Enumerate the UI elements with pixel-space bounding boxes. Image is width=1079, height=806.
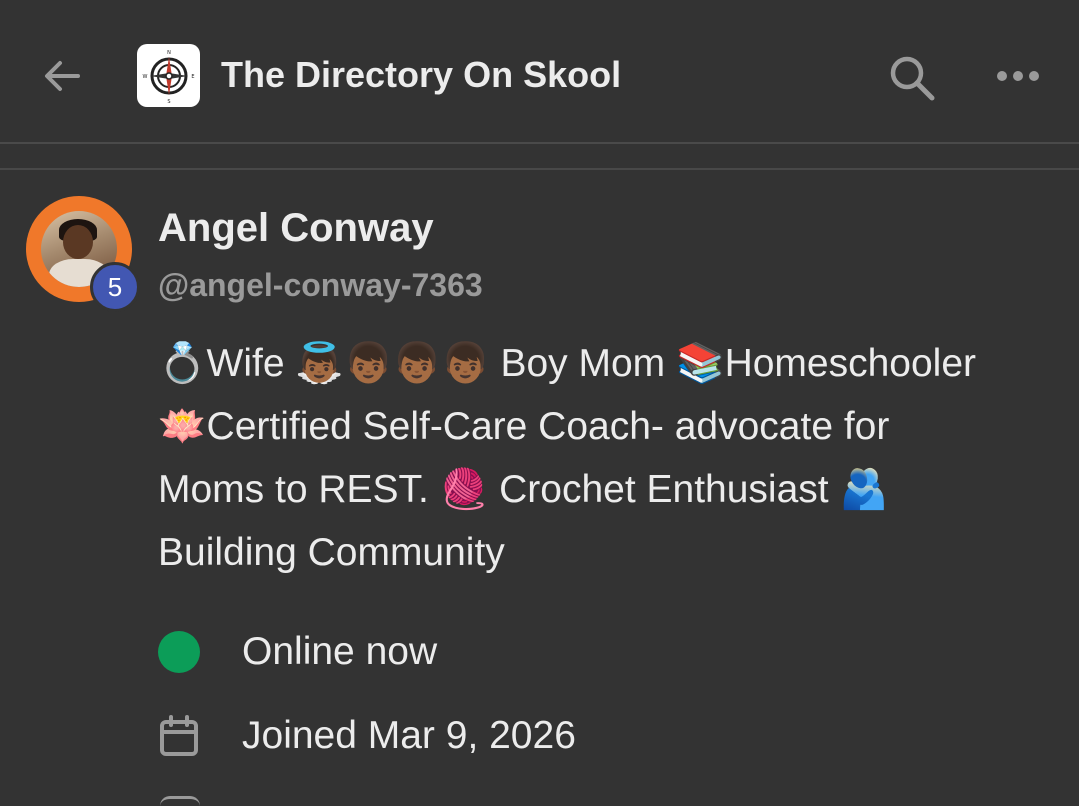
more-horizontal-icon — [997, 71, 1039, 81]
online-status-dot — [158, 631, 200, 673]
bio-line: 🪷Certified Self-Care Coach- advocate for — [158, 405, 890, 448]
search-icon — [890, 56, 935, 101]
compass-icon: N S W E — [142, 50, 194, 104]
calendar-icon — [158, 715, 200, 757]
back-button[interactable] — [38, 52, 86, 100]
profile-handle: @angel-conway-7363 — [158, 267, 483, 303]
app-bar: N S W E The Directory On Skool — [0, 0, 1079, 144]
online-status-text: Online now — [242, 630, 438, 673]
partial-icon — [160, 796, 200, 806]
joined-date-text: Joined Mar 9, 2026 — [242, 714, 576, 757]
search-button[interactable] — [884, 50, 940, 106]
level-badge: 5 — [90, 262, 140, 312]
svg-text:S: S — [167, 99, 170, 104]
profile-name: Angel Conway — [158, 206, 434, 250]
svg-text:N: N — [167, 50, 171, 56]
online-status-row: Online now — [158, 628, 437, 676]
section-divider — [0, 168, 1079, 170]
more-button[interactable] — [990, 52, 1046, 100]
svg-text:W: W — [142, 74, 147, 80]
profile-bio: 💍Wife 👼🏾👦🏾👦🏾👦🏾 Boy Mom 📚Homeschooler 🪷Ce… — [158, 332, 1058, 584]
group-logo[interactable]: N S W E — [137, 44, 200, 107]
joined-date-row: Joined Mar 9, 2026 — [158, 712, 576, 760]
bio-line: Moms to REST. 🧶 Crochet Enthusiast 🫂 — [158, 468, 889, 511]
bio-line: 💍Wife 👼🏾👦🏾👦🏾👦🏾 Boy Mom 📚Homeschooler — [158, 342, 977, 385]
group-title[interactable]: The Directory On Skool — [221, 52, 621, 98]
arrow-left-icon — [45, 61, 80, 91]
bio-line: Building Community — [158, 531, 505, 574]
svg-text:E: E — [191, 74, 194, 80]
